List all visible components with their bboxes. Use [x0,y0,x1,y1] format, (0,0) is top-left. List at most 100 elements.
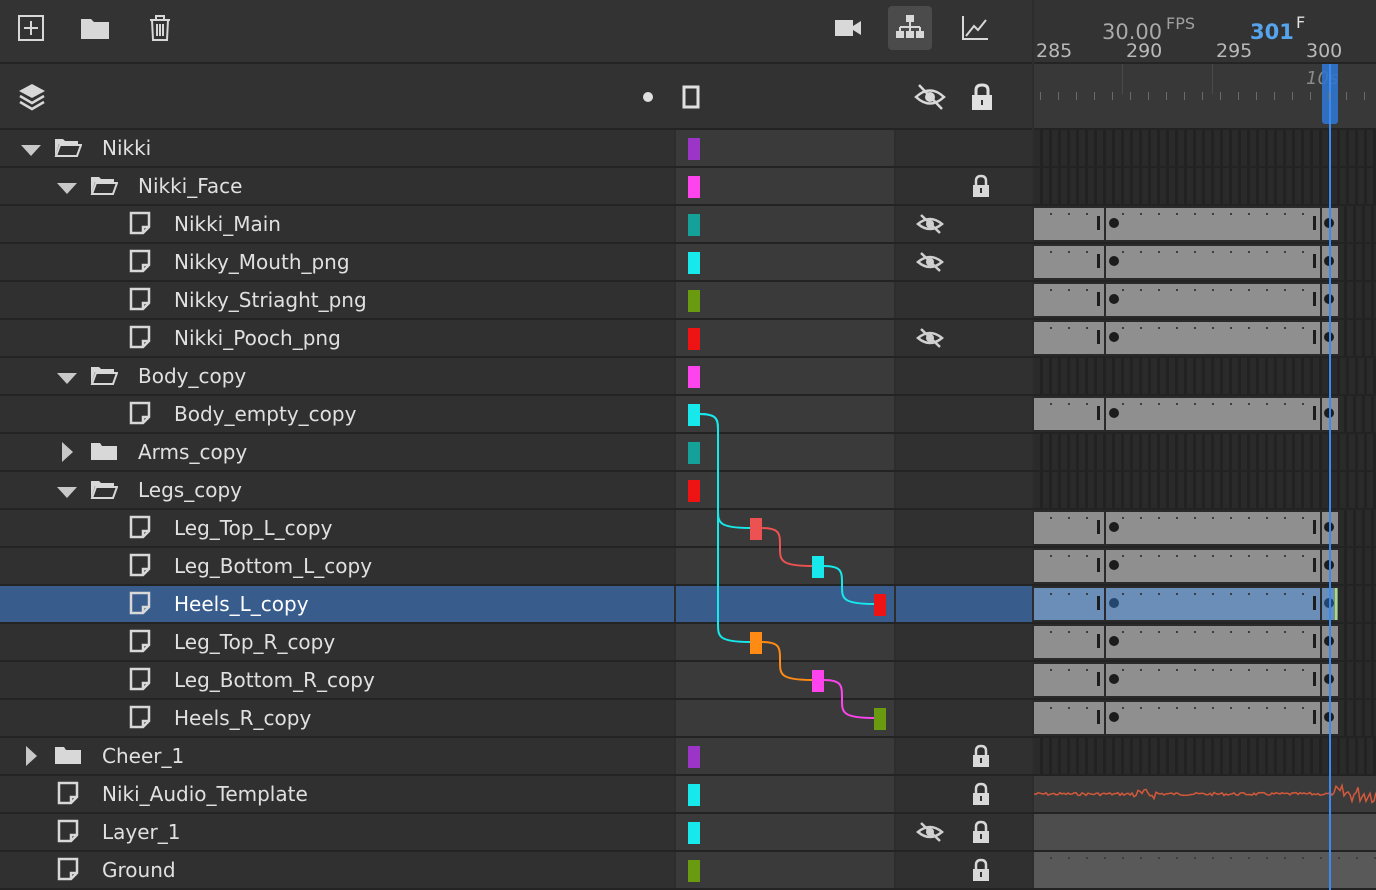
layer-row[interactable]: Heels_R_copy [0,700,1376,738]
expand-triangle-icon[interactable] [60,441,80,462]
layer-name-cell[interactable]: Leg_Top_R_copy [0,624,674,660]
layer-timeline-track[interactable] [1034,586,1376,622]
outline-icon[interactable] [681,84,703,110]
keyframe-end[interactable] [1097,672,1100,686]
keyframe[interactable] [1109,712,1119,722]
keyframe-end[interactable] [1313,406,1316,420]
layer-visibility-cell[interactable] [896,130,1032,166]
layer-name[interactable]: Leg_Top_L_copy [174,516,332,540]
keyframe[interactable] [1109,598,1119,608]
layer-name[interactable]: Cheer_1 [102,744,184,768]
layer-visibility-cell[interactable] [896,548,1032,584]
layer-visibility-cell[interactable] [896,472,1032,508]
layer-name[interactable]: Body_empty_copy [174,402,356,426]
layer-timeline-track[interactable] [1034,776,1376,812]
layer-row[interactable]: Layer_1 [0,814,1376,852]
layer-color-chip[interactable] [688,328,700,350]
layer-color-chip[interactable] [688,480,700,502]
layer-name[interactable]: Leg_Bottom_L_copy [174,554,372,578]
keyframe-end[interactable] [1313,330,1316,344]
layer-color-chip[interactable] [688,404,700,426]
layer-row[interactable]: Nikky_Mouth_png [0,244,1376,282]
layer-name-cell[interactable]: Nikky_Mouth_png [0,244,674,280]
layer-color-chip[interactable] [750,632,762,654]
layer-color-chip[interactable] [688,784,700,806]
layer-name[interactable]: Arms_copy [138,440,247,464]
frame-span[interactable] [1034,626,1338,658]
layer-timeline-track[interactable] [1034,472,1376,508]
layer-color-chip[interactable] [874,594,886,616]
new-folder-button[interactable] [73,6,117,50]
keyframe-end[interactable] [1097,406,1100,420]
layer-visibility-cell[interactable] [896,358,1032,394]
layer-name-cell[interactable]: Cheer_1 [0,738,674,774]
layer-row[interactable]: Leg_Bottom_L_copy [0,548,1376,586]
frame-span[interactable] [1034,702,1338,734]
layer-row[interactable]: Nikki_Face [0,168,1376,206]
layer-name[interactable]: Ground [102,858,176,882]
layer-visibility-cell[interactable] [896,700,1032,736]
layer-visibility-cell[interactable] [896,510,1032,546]
layer-name-cell[interactable]: Nikki_Main [0,206,674,242]
lock-icon[interactable] [970,744,992,772]
keyframe-end[interactable] [1313,292,1316,306]
layer-visibility-cell[interactable] [896,586,1032,622]
layer-name[interactable]: Legs_copy [138,478,242,502]
layer-name-cell[interactable]: Body_copy [0,358,674,394]
layer-name[interactable]: Nikky_Mouth_png [174,250,350,274]
layer-visibility-cell[interactable] [896,776,1032,812]
layer-name[interactable]: Nikky_Striaght_png [174,288,367,312]
keyframe[interactable] [1109,522,1119,532]
layer-color-chip[interactable] [750,518,762,540]
layer-name[interactable]: Leg_Top_R_copy [174,630,335,654]
keyframe-end[interactable] [1313,596,1316,610]
layer-visibility-cell[interactable] [896,396,1032,432]
layer-color-chip[interactable] [688,860,700,882]
layer-visibility-cell[interactable] [896,624,1032,660]
keyframe-end[interactable] [1097,596,1100,610]
layer-timeline-track[interactable] [1034,662,1376,698]
keyframe-end[interactable] [1313,254,1316,268]
new-layer-button[interactable] [9,6,53,50]
hidden-eye-icon[interactable] [916,213,944,239]
layer-name[interactable]: Heels_R_copy [174,706,311,730]
layer-row[interactable]: Nikky_Striaght_png [0,282,1376,320]
camera-button[interactable] [826,6,870,50]
layer-name-cell[interactable]: Layer_1 [0,814,674,850]
keyframe[interactable] [1109,218,1119,228]
layer-timeline-track[interactable] [1034,320,1376,356]
layer-timeline-track[interactable] [1034,510,1376,546]
hidden-eye-icon[interactable] [916,251,944,277]
keyframe-end[interactable] [1313,672,1316,686]
layer-row[interactable]: Niki_Audio_Template [0,776,1376,814]
layer-timeline-track[interactable] [1034,434,1376,470]
layer-color-chip[interactable] [688,746,700,768]
layer-timeline-track[interactable] [1034,396,1376,432]
layer-color-chip[interactable] [688,290,700,312]
hidden-eye-icon[interactable] [916,327,944,353]
hidden-eye-icon[interactable] [916,821,944,847]
keyframe-end[interactable] [1313,520,1316,534]
layer-timeline-track[interactable] [1034,168,1376,204]
layer-name-cell[interactable]: Heels_R_copy [0,700,674,736]
keyframe[interactable] [1109,256,1119,266]
layer-name[interactable]: Nikki_Face [138,174,242,198]
layer-visibility-cell[interactable] [896,434,1032,470]
lock-icon[interactable] [969,82,995,112]
expand-triangle-icon[interactable] [24,745,44,766]
layer-timeline-track[interactable] [1034,814,1376,850]
keyframe-end[interactable] [1097,558,1100,572]
layer-name[interactable]: Heels_L_copy [174,592,309,616]
layer-color-chip[interactable] [874,708,886,730]
dot-icon[interactable] [641,90,655,104]
layer-row[interactable]: Arms_copy [0,434,1376,472]
layer-name-cell[interactable]: Body_empty_copy [0,396,674,432]
layer-color-chip[interactable] [688,252,700,274]
layer-name-cell[interactable]: Arms_copy [0,434,674,470]
layer-timeline-track[interactable] [1034,282,1376,318]
layer-name-cell[interactable]: Leg_Bottom_L_copy [0,548,674,584]
keyframe[interactable] [1109,294,1119,304]
layer-parenting-button[interactable] [888,6,932,50]
layer-row[interactable]: Leg_Top_R_copy [0,624,1376,662]
keyframe-end[interactable] [1097,520,1100,534]
